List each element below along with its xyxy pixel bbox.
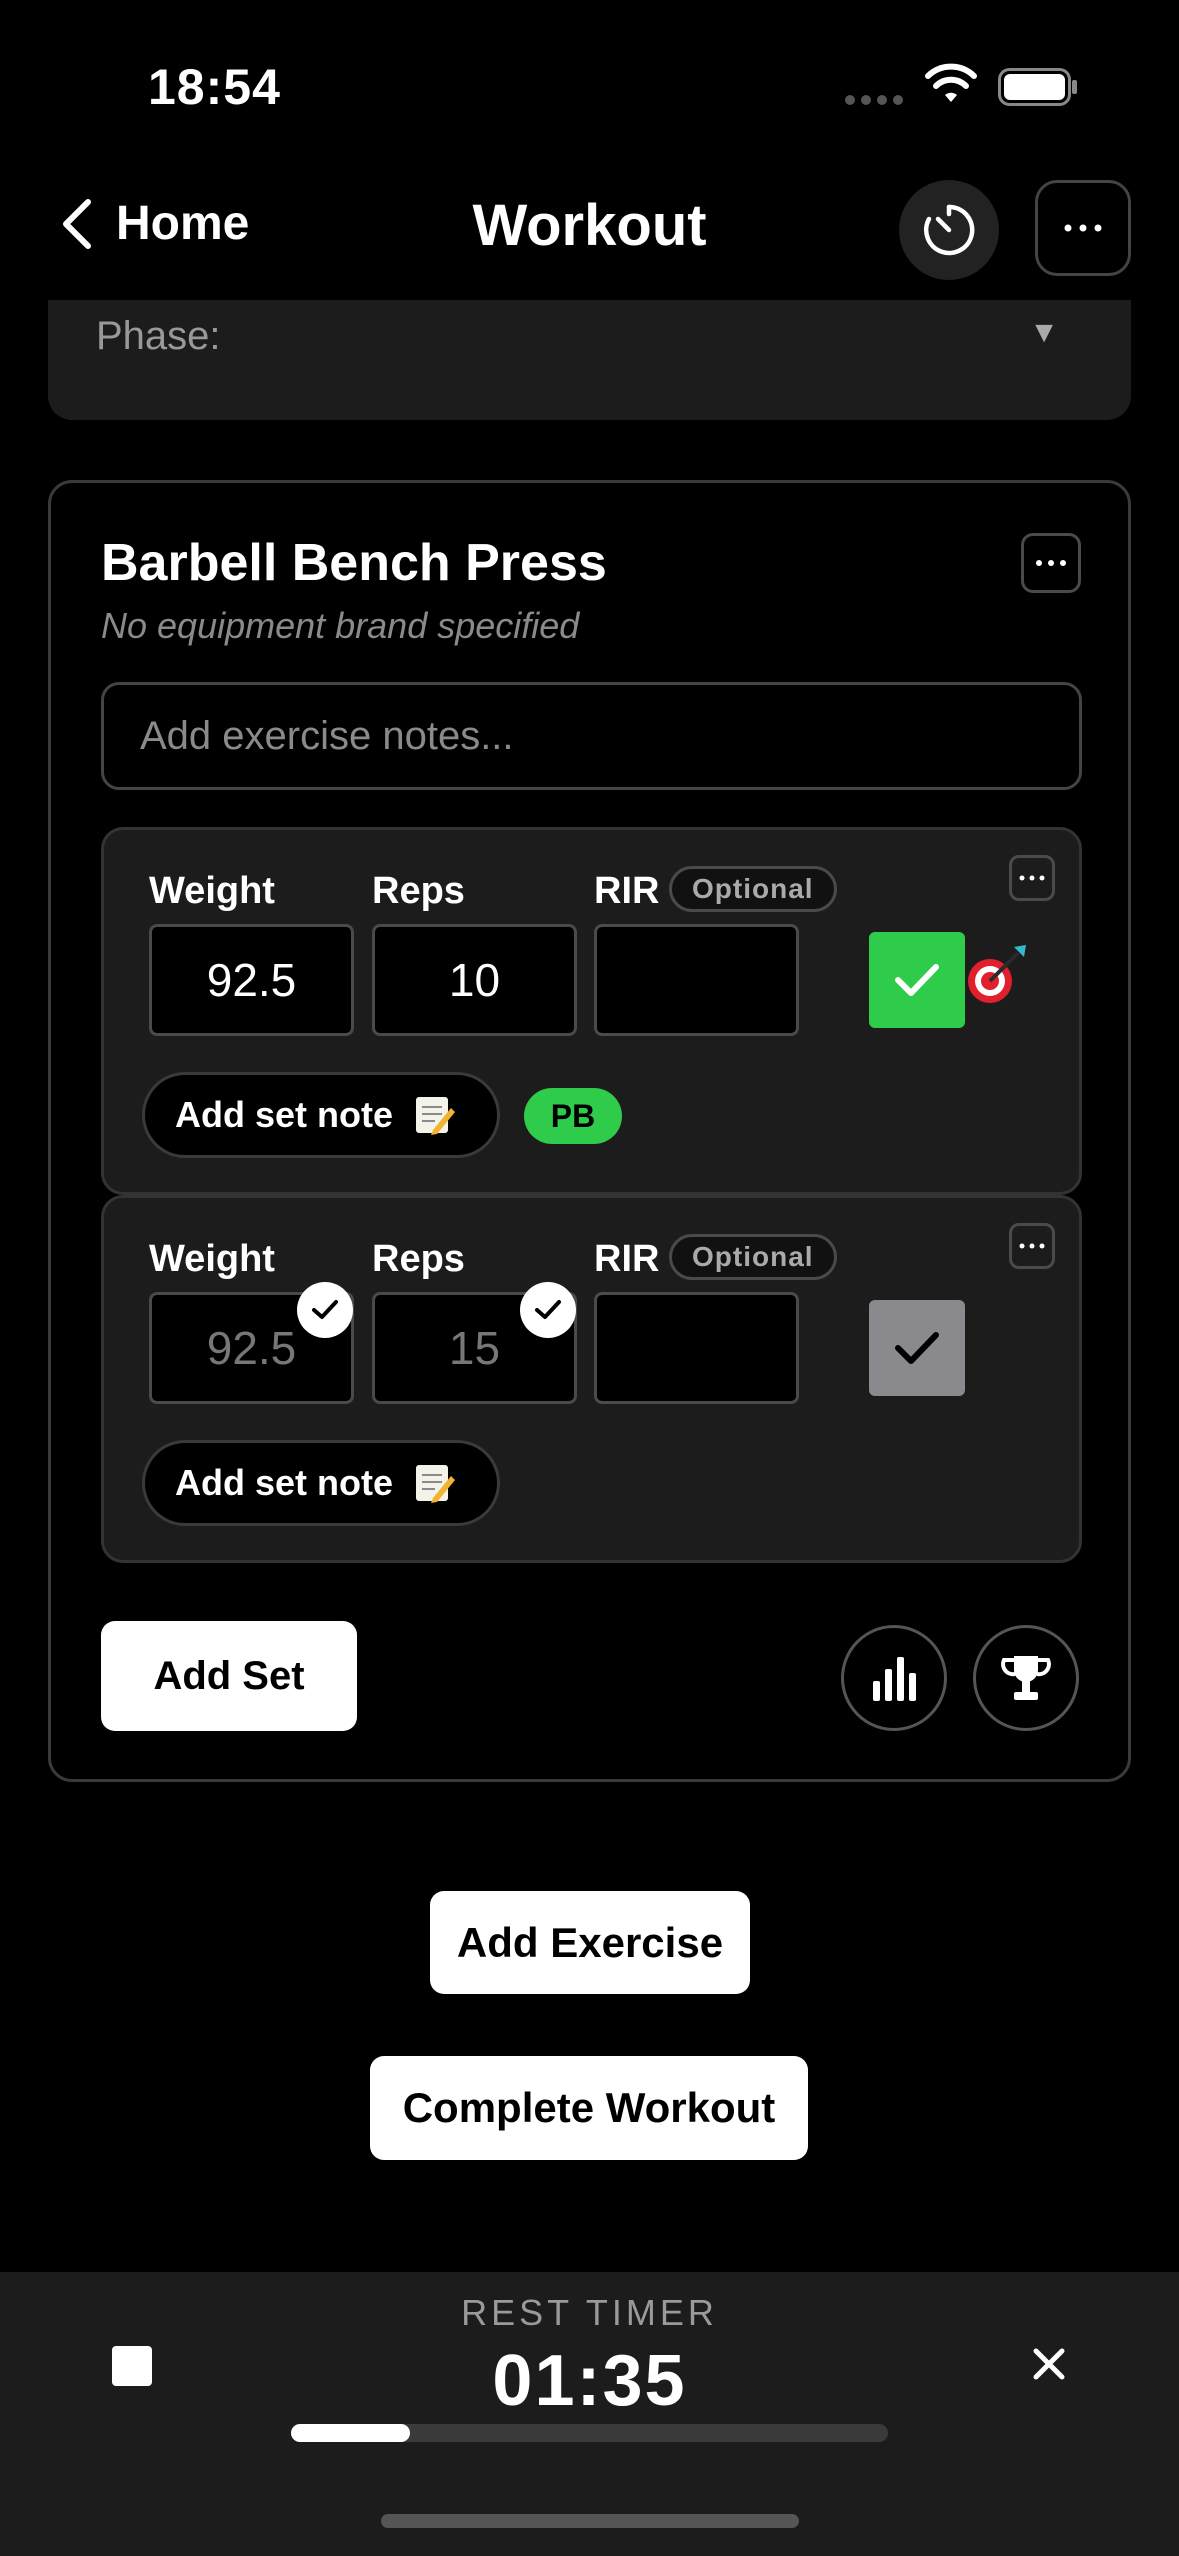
trophy-icon [1001, 1656, 1051, 1700]
rir-label: RIR [594, 870, 660, 912]
complete-set-checkbox[interactable] [869, 932, 965, 1028]
checkmark-icon [895, 1332, 939, 1364]
optional-badge: Optional [669, 866, 837, 912]
set-options-button[interactable] [1009, 1223, 1055, 1269]
memo-icon [416, 1097, 456, 1135]
ellipsis-icon [1019, 1243, 1045, 1249]
home-indicator [381, 2514, 799, 2528]
rest-timer-progress [291, 2424, 888, 2442]
wifi-icon [925, 63, 977, 102]
set-row: Weight Reps RIR Optional 92.5 10 Add set… [101, 827, 1082, 1195]
exercise-card: Barbell Bench Press No equipment brand s… [48, 480, 1131, 1782]
checkmark-icon [895, 964, 939, 996]
personal-best-badge: PB [524, 1088, 622, 1144]
close-icon[interactable] [1025, 2340, 1073, 2388]
rest-timer-label: REST TIMER [461, 2292, 718, 2333]
reps-label: Reps [372, 1238, 465, 1280]
exercise-records-button[interactable] [973, 1625, 1079, 1731]
target-dart-icon [968, 945, 1026, 1003]
cellular-signal-icon [845, 95, 903, 105]
reps-input[interactable]: 10 [372, 924, 577, 1036]
exercise-options-button[interactable] [1021, 533, 1081, 593]
rir-input[interactable] [594, 1292, 799, 1404]
back-label: Home [116, 197, 250, 250]
exercise-title: Barbell Bench Press [101, 534, 607, 592]
add-set-note-label: Add set note [175, 1462, 394, 1503]
complete-workout-button[interactable]: Complete Workout [370, 2056, 808, 2160]
set-options-button[interactable] [1009, 855, 1055, 901]
caret-down-icon: ▼ [1029, 316, 1059, 349]
rir-input[interactable] [594, 924, 799, 1036]
exercise-notes-input[interactable]: Add exercise notes... [101, 682, 1082, 790]
chevron-left-icon [63, 198, 91, 249]
add-exercise-button[interactable]: Add Exercise [430, 1891, 750, 1994]
add-set-button[interactable]: Add Set [101, 1621, 357, 1731]
exercise-subtitle: No equipment brand specified [101, 605, 580, 646]
prefilled-check-icon [297, 1282, 353, 1338]
weight-input[interactable]: 92.5 [149, 924, 354, 1036]
weight-label: Weight [149, 870, 275, 912]
exercise-stats-button[interactable] [841, 1625, 947, 1731]
back-button[interactable]: Home [60, 196, 249, 251]
reps-label: Reps [372, 870, 465, 912]
weight-label: Weight [149, 1238, 275, 1280]
phase-select[interactable]: Phase: ▼ [48, 300, 1131, 420]
rir-label: RIR [594, 1238, 660, 1280]
rest-timer-button[interactable] [899, 180, 999, 280]
ellipsis-icon [1064, 224, 1102, 232]
optional-badge: Optional [669, 1234, 837, 1280]
add-set-note-button[interactable]: Add set note [142, 1440, 500, 1526]
phase-label: Phase: [96, 314, 221, 358]
battery-icon [998, 68, 1077, 106]
rest-timer-progress-fill [291, 2424, 411, 2442]
bar-chart-icon [873, 1657, 916, 1701]
ellipsis-icon [1036, 560, 1066, 566]
more-options-button[interactable] [1035, 180, 1131, 276]
stop-icon[interactable] [112, 2346, 152, 2386]
ellipsis-icon [1019, 875, 1045, 881]
complete-set-checkbox[interactable] [869, 1300, 965, 1396]
add-set-note-button[interactable]: Add set note [142, 1072, 500, 1158]
rest-timer-time: 01:35 [492, 2341, 687, 2421]
status-time: 18:54 [148, 59, 281, 115]
add-set-note-label: Add set note [175, 1094, 394, 1135]
timer-icon [923, 204, 975, 256]
set-row: Weight Reps RIR Optional 92.5 15 Add set… [101, 1195, 1082, 1563]
rest-timer-bar: REST TIMER 01:35 [0, 2272, 1179, 2556]
prefilled-check-icon [520, 1282, 576, 1338]
memo-icon [416, 1465, 456, 1503]
